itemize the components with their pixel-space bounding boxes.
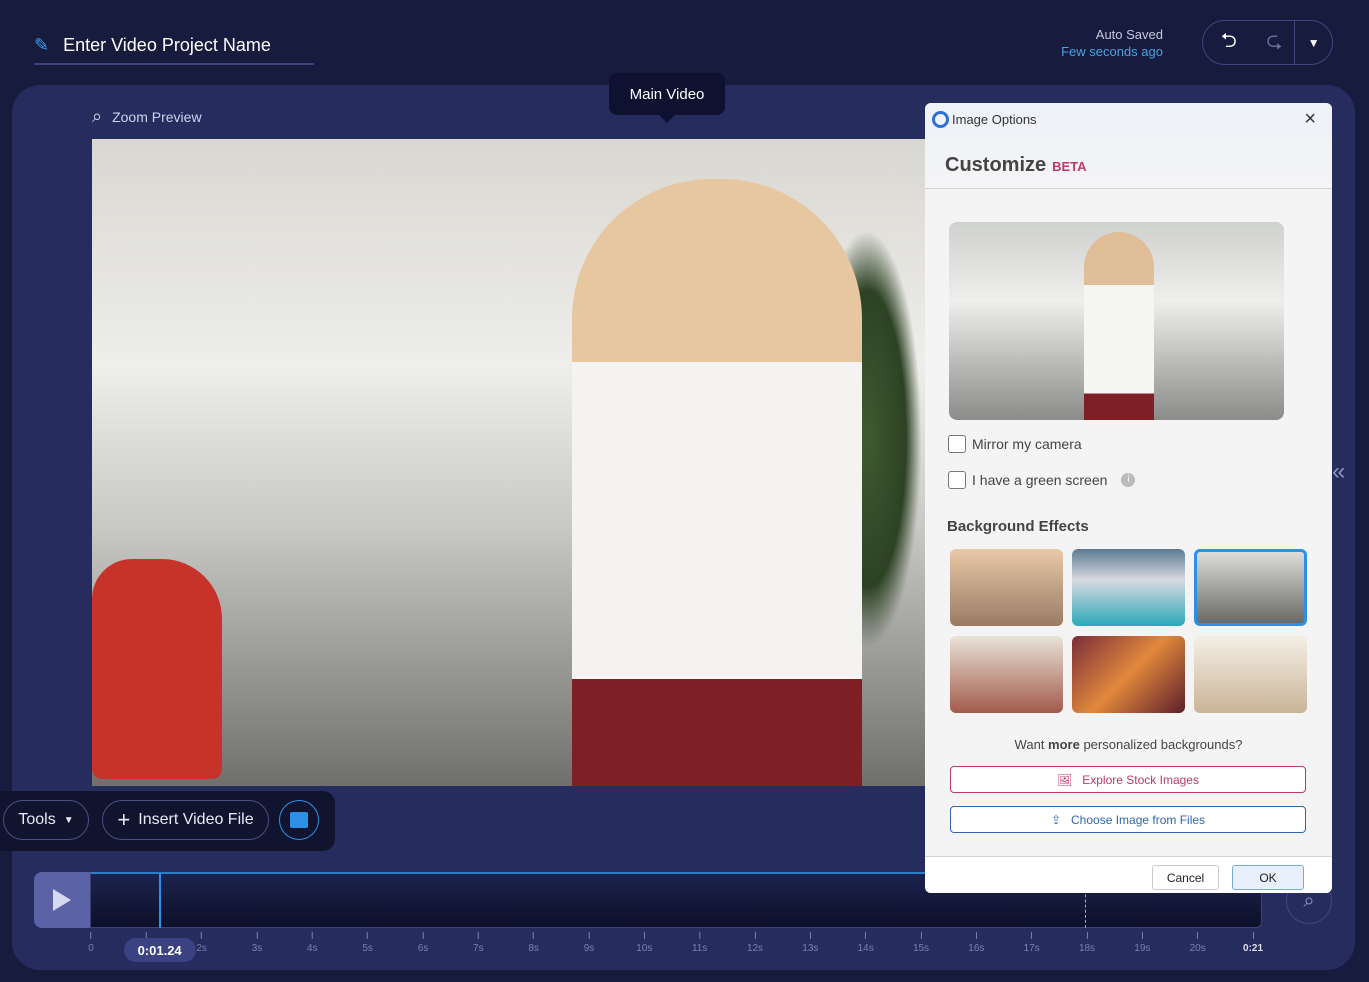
- upload-icon: ⇪: [1050, 812, 1061, 827]
- timeline-tick: 11s: [692, 932, 707, 954]
- timeline-tick: 9s: [584, 932, 595, 954]
- zoom-preview-button[interactable]: ⌕ Zoom Preview: [92, 106, 202, 127]
- choose-image-button[interactable]: ⇪ Choose Image from Files: [950, 806, 1306, 833]
- explore-stock-images-button[interactable]: 🖼 Explore Stock Images: [950, 766, 1306, 793]
- background-interior-room[interactable]: [950, 636, 1063, 713]
- clapperboard-icon: [290, 812, 308, 828]
- timeline-tick: 8s: [528, 932, 539, 954]
- autosave-status: Auto Saved Few seconds ago: [1061, 27, 1163, 59]
- project-name-field[interactable]: ✎ Enter Video Project Name: [34, 28, 314, 65]
- image-icon: 🖼: [1057, 772, 1073, 787]
- redo-icon[interactable]: ⮎: [1255, 21, 1295, 64]
- app-logo-icon: [932, 111, 949, 128]
- plus-icon: +: [117, 807, 131, 832]
- undo-icon[interactable]: ⮌: [1203, 21, 1255, 64]
- timeline-tick: 16s: [968, 932, 984, 954]
- timeline-tick: 20s: [1190, 932, 1206, 954]
- tools-dropdown[interactable]: Tools ▼: [3, 800, 89, 840]
- timeline-tick: 10s: [636, 932, 652, 954]
- timeline-tick: 13s: [802, 932, 818, 954]
- timeline-tick: 7s: [473, 932, 484, 954]
- info-icon[interactable]: i: [1121, 473, 1136, 487]
- close-icon[interactable]: ×: [1304, 108, 1316, 131]
- timeline-tick: 0:21: [1243, 932, 1263, 954]
- edit-icon: ✎: [34, 35, 50, 55]
- video-preview[interactable]: [92, 139, 926, 786]
- green-screen-checkbox[interactable]: I have a green screen i: [948, 471, 1136, 489]
- current-time-badge: 0:01.24: [123, 938, 196, 962]
- timeline-tick: 3s: [252, 932, 263, 954]
- media-library-button[interactable]: [279, 800, 319, 840]
- zoom-icon: ⌕: [92, 106, 103, 126]
- timeline-tick: 5s: [362, 932, 373, 954]
- video-chair: [92, 559, 222, 779]
- timeline-tick: 2s: [196, 932, 207, 954]
- image-options-dialog: Image Options × Customize BETA Mirror my…: [925, 103, 1332, 893]
- history-dropdown-chevron-icon[interactable]: ▼: [1294, 21, 1332, 64]
- play-button[interactable]: [34, 872, 90, 928]
- mirror-camera-checkbox[interactable]: Mirror my camera: [948, 435, 1082, 453]
- background-mountain-lake[interactable]: [1072, 549, 1185, 626]
- timeline-tick: 18s: [1079, 932, 1095, 954]
- chevron-down-icon: ▼: [63, 814, 74, 826]
- timeline-tick: 19s: [1134, 932, 1150, 954]
- undo-redo-group: ⮌ ⮎ ▼: [1202, 20, 1333, 65]
- insert-video-button[interactable]: + Insert Video File: [102, 800, 269, 840]
- timeline-tick: 0: [88, 932, 94, 954]
- timeline-tick: 14s: [858, 932, 874, 954]
- playhead[interactable]: [158, 874, 161, 928]
- background-living-room[interactable]: [1194, 636, 1307, 713]
- play-icon: [53, 889, 71, 911]
- background-canyon[interactable]: [1072, 636, 1185, 713]
- background-office[interactable]: [1194, 549, 1307, 626]
- more-backgrounds-text: Want more personalized backgrounds?: [1014, 737, 1243, 752]
- timeline-tick: 6s: [418, 932, 429, 954]
- timeline-tick: 12s: [747, 932, 763, 954]
- timeline-tick: 4s: [307, 932, 318, 954]
- video-presenter: [572, 179, 862, 786]
- camera-preview: [949, 222, 1284, 420]
- main-video-tooltip: Main Video: [609, 73, 725, 123]
- ok-button[interactable]: OK: [1232, 865, 1304, 890]
- timeline-tick: 15s: [913, 932, 929, 954]
- toolbar: Tools ▼ + Insert Video File: [0, 791, 335, 851]
- cancel-button[interactable]: Cancel: [1152, 865, 1219, 890]
- collapse-panel-icon[interactable]: «: [1332, 458, 1345, 486]
- timeline-tick: 17s: [1024, 932, 1040, 954]
- background-city-skyline[interactable]: [950, 549, 1063, 626]
